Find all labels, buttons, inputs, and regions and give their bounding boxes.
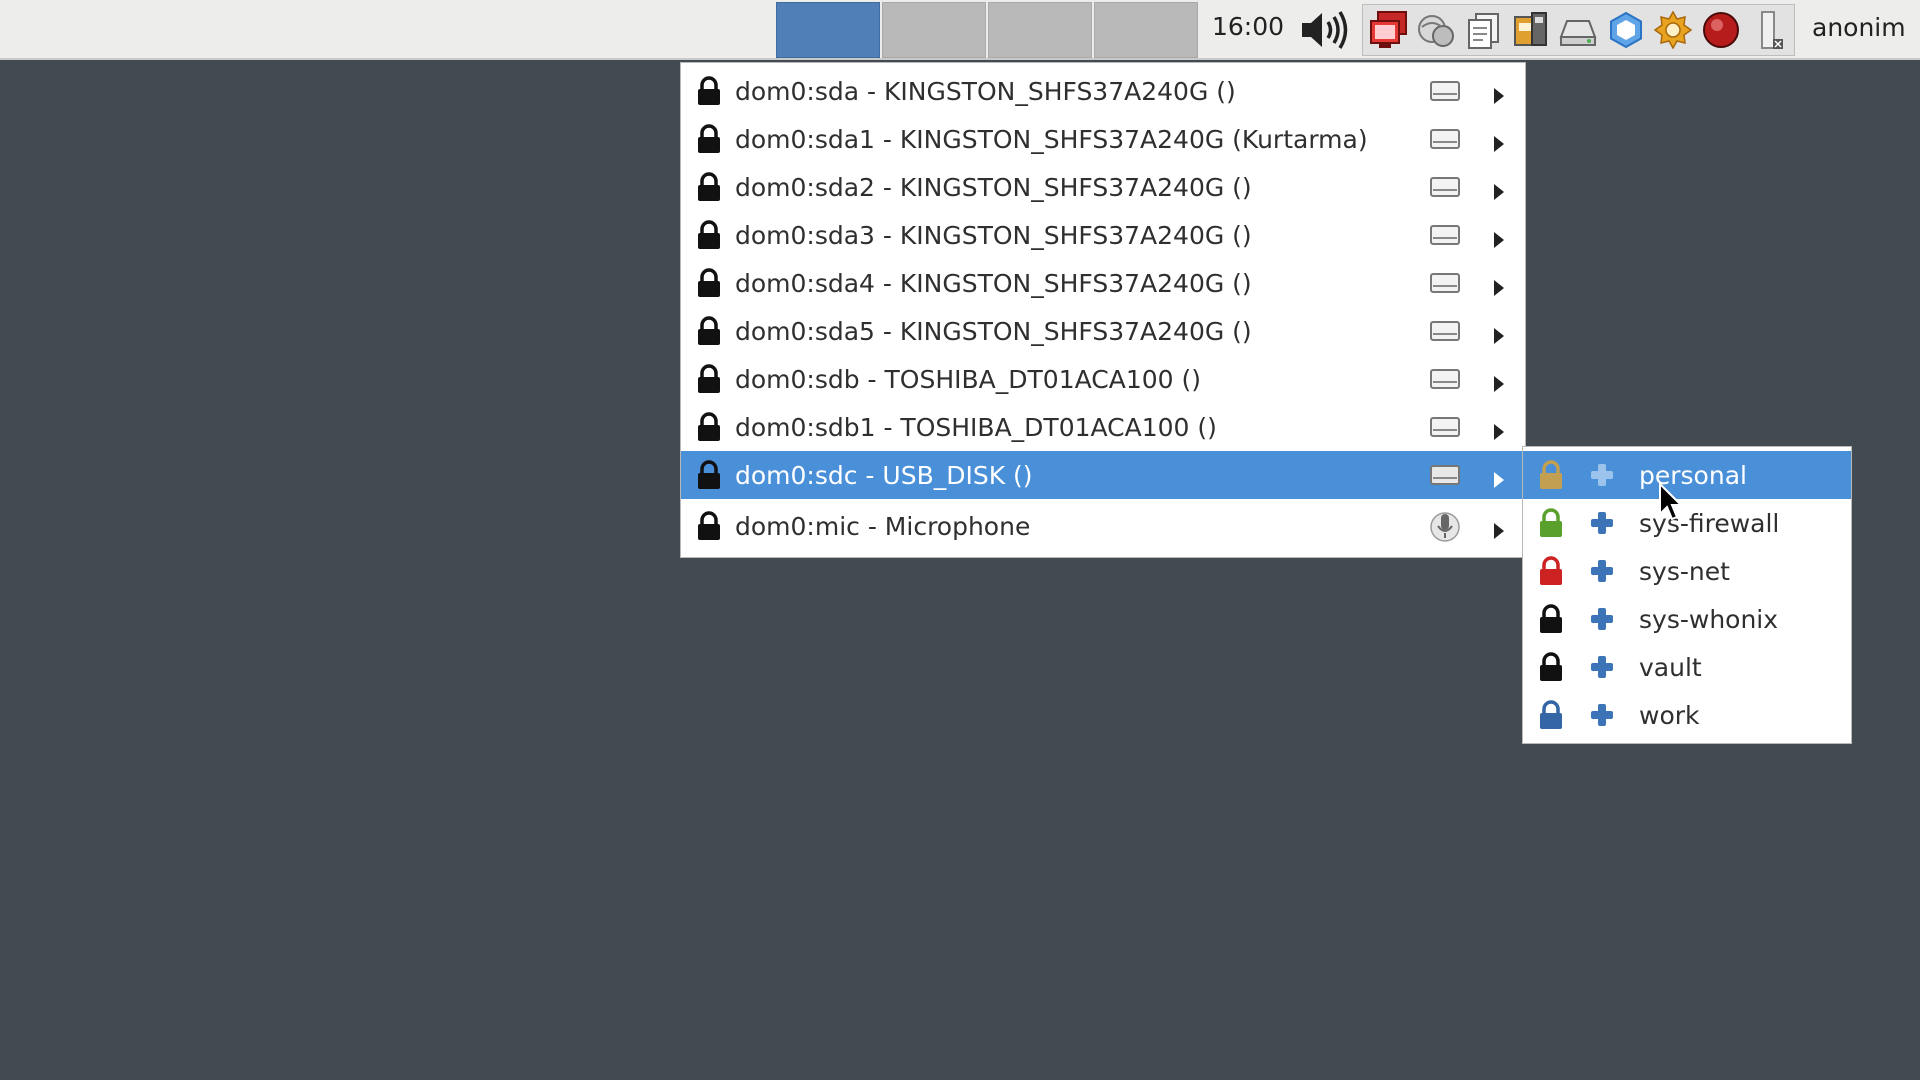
disk-icon: [1429, 175, 1461, 199]
submenu-arrow-icon: [1493, 517, 1505, 539]
submenu-arrow-icon: [1493, 82, 1505, 104]
device-label: dom0:mic - Microphone: [735, 511, 1031, 541]
device-manager-icon[interactable]: [1509, 8, 1552, 52]
device-menu-item[interactable]: dom0:sda5 - KINGSTON_SHFS37A240G (): [681, 307, 1525, 355]
device-label: dom0:sdb - TOSHIBA_DT01ACA100 (): [735, 364, 1201, 394]
vm-label: personal: [1639, 460, 1747, 490]
devices-menu: dom0:sda - KINGSTON_SHFS37A240G () dom0:s…: [680, 62, 1526, 558]
lock-icon: [695, 316, 723, 346]
device-menu-item[interactable]: dom0:sdc - USB_DISK (): [681, 451, 1525, 499]
settings-gear-icon[interactable]: [1652, 8, 1695, 52]
disk-icon: [1429, 271, 1461, 295]
device-menu-item[interactable]: dom0:sdb - TOSHIBA_DT01ACA100 (): [681, 355, 1525, 403]
vm-lock-icon: [1537, 556, 1565, 586]
disk-icon: [1429, 127, 1461, 151]
clock[interactable]: 16:00: [1212, 12, 1284, 41]
system-tray: [1362, 4, 1795, 56]
disk-icon: [1429, 79, 1461, 103]
attach-plus-icon: [1589, 558, 1615, 584]
lock-icon: [695, 511, 723, 541]
vm-menu-item-work[interactable]: work: [1523, 691, 1851, 739]
lock-icon: [695, 268, 723, 298]
attach-plus-icon: [1589, 702, 1615, 728]
disk-icon[interactable]: [1557, 8, 1600, 52]
workspace-switcher: [776, 2, 1200, 58]
record-icon[interactable]: [1699, 8, 1742, 52]
vm-lock-icon: [1537, 508, 1565, 538]
device-menu-item[interactable]: dom0:sda - KINGSTON_SHFS37A240G (): [681, 67, 1525, 115]
vm-label: sys-whonix: [1639, 604, 1779, 634]
lock-icon: [695, 172, 723, 202]
submenu-arrow-icon: [1493, 466, 1505, 488]
vm-menu-item-personal[interactable]: personal: [1523, 451, 1851, 499]
submenu-arrow-icon: [1493, 226, 1505, 248]
attach-plus-icon: [1589, 606, 1615, 632]
lock-icon: [695, 460, 723, 490]
attach-plus-icon: [1589, 510, 1615, 536]
workspace-4[interactable]: [1094, 2, 1198, 58]
attach-plus-icon: [1589, 654, 1615, 680]
device-label: dom0:sda5 - KINGSTON_SHFS37A240G (): [735, 316, 1252, 346]
submenu-arrow-icon: [1493, 370, 1505, 392]
submenu-arrow-icon: [1493, 322, 1505, 344]
device-menu-item[interactable]: dom0:sdb1 - TOSHIBA_DT01ACA100 (): [681, 403, 1525, 451]
vm-label: work: [1639, 700, 1700, 730]
qubes-updater-icon[interactable]: [1604, 8, 1647, 52]
top-panel: 16:00 anonim: [0, 0, 1920, 60]
submenu-arrow-icon: [1493, 178, 1505, 200]
vm-menu-item-sys-net[interactable]: sys-net: [1523, 547, 1851, 595]
workspace-1[interactable]: [776, 2, 880, 58]
device-label: dom0:sda2 - KINGSTON_SHFS37A240G (): [735, 172, 1252, 202]
lock-icon: [695, 412, 723, 442]
device-label: dom0:sdc - USB_DISK (): [735, 460, 1033, 490]
vm-lock-icon: [1537, 460, 1565, 490]
device-menu-item[interactable]: dom0:sda2 - KINGSTON_SHFS37A240G (): [681, 163, 1525, 211]
device-menu-item[interactable]: dom0:sda1 - KINGSTON_SHFS37A240G (Kurtar…: [681, 115, 1525, 163]
submenu-arrow-icon: [1493, 130, 1505, 152]
vm-label: vault: [1639, 652, 1702, 682]
attach-to-vm-submenu: personal sys-firewall sys-net sys-whonix vau…: [1522, 446, 1852, 744]
device-label: dom0:sda3 - KINGSTON_SHFS37A240G (): [735, 220, 1252, 250]
submenu-arrow-icon: [1493, 274, 1505, 296]
user-name[interactable]: anonim: [1812, 13, 1906, 42]
disk-icon: [1429, 415, 1461, 439]
submenu-arrow-icon: [1493, 418, 1505, 440]
clipboard-icon[interactable]: [1462, 8, 1505, 52]
vm-menu-item-sys-whonix[interactable]: sys-whonix: [1523, 595, 1851, 643]
qubes-domains-icon[interactable]: [1367, 8, 1410, 52]
disk-icon: [1429, 319, 1461, 343]
disk-icon: [1429, 223, 1461, 247]
device-menu-item[interactable]: dom0:sda4 - KINGSTON_SHFS37A240G (): [681, 259, 1525, 307]
vm-label: sys-net: [1639, 556, 1730, 586]
device-label: dom0:sda - KINGSTON_SHFS37A240G (): [735, 76, 1236, 106]
workspace-2[interactable]: [882, 2, 986, 58]
vm-menu-item-vault[interactable]: vault: [1523, 643, 1851, 691]
disk-icon: [1429, 367, 1461, 391]
network-icon[interactable]: [1414, 8, 1457, 52]
attach-plus-icon: [1589, 462, 1615, 488]
microphone-icon: [1429, 510, 1461, 542]
lock-icon: [695, 124, 723, 154]
disk-icon: [1429, 463, 1461, 487]
vm-lock-icon: [1537, 604, 1565, 634]
vm-lock-icon: [1537, 700, 1565, 730]
lock-icon: [695, 364, 723, 394]
workspace-3[interactable]: [988, 2, 1092, 58]
device-label: dom0:sda1 - KINGSTON_SHFS37A240G (Kurtar…: [735, 124, 1368, 154]
lock-icon: [695, 76, 723, 106]
device-menu-item[interactable]: dom0:mic - Microphone: [681, 499, 1525, 553]
lock-icon: [695, 220, 723, 250]
device-menu-item[interactable]: dom0:sda3 - KINGSTON_SHFS37A240G (): [681, 211, 1525, 259]
device-label: dom0:sda4 - KINGSTON_SHFS37A240G (): [735, 268, 1252, 298]
vm-lock-icon: [1537, 652, 1565, 682]
mouse-cursor-icon: [1659, 482, 1684, 521]
vm-menu-item-sys-firewall[interactable]: sys-firewall: [1523, 499, 1851, 547]
battery-icon[interactable]: [1747, 8, 1790, 52]
device-label: dom0:sdb1 - TOSHIBA_DT01ACA100 (): [735, 412, 1217, 442]
volume-icon[interactable]: [1298, 8, 1350, 52]
